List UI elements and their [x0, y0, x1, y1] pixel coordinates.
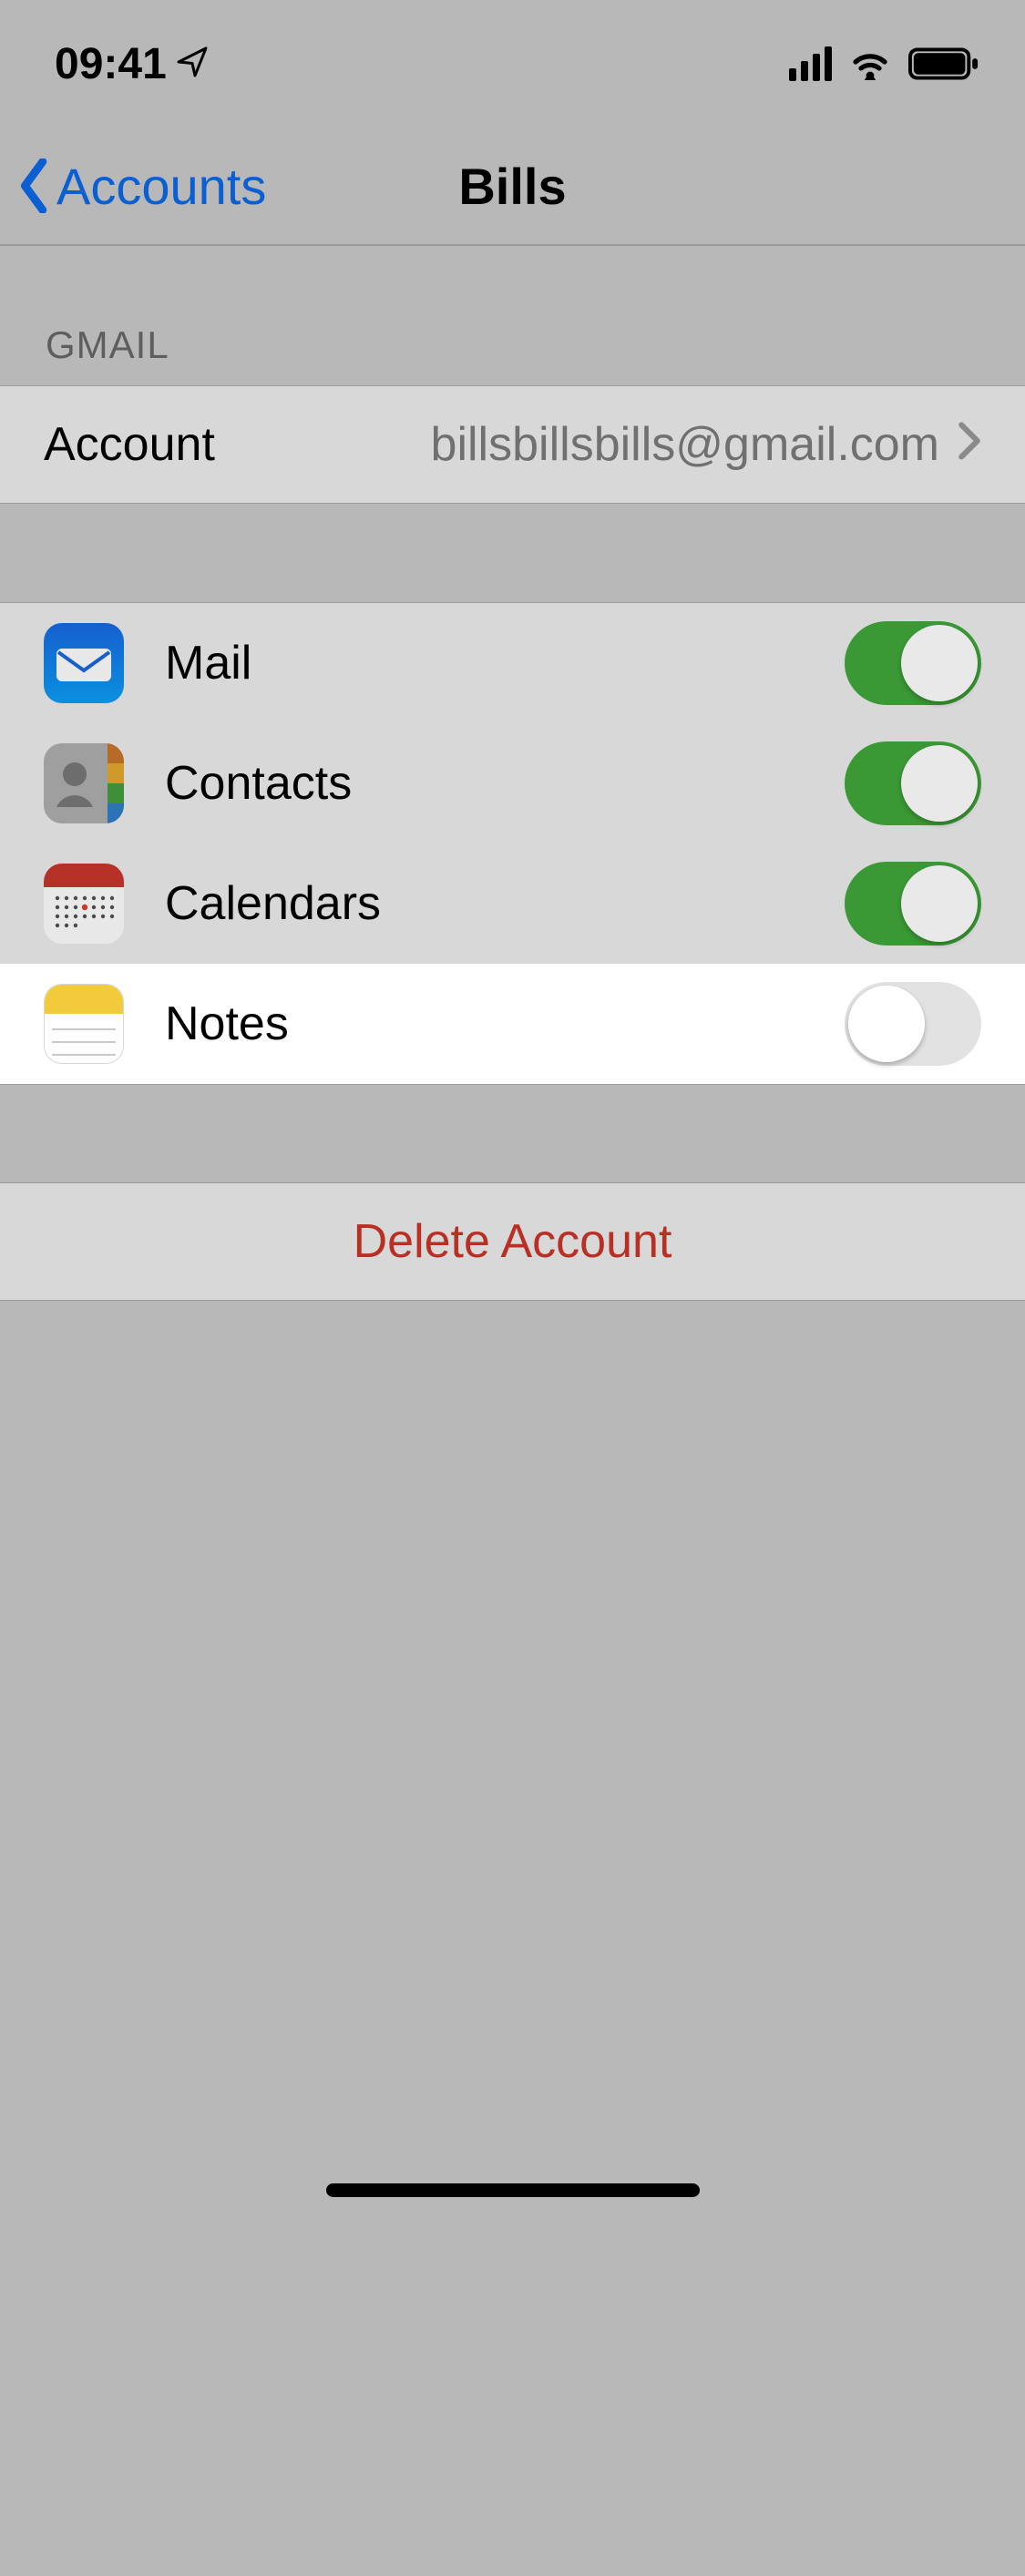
home-indicator[interactable]: [326, 2183, 700, 2197]
location-icon: [176, 39, 209, 89]
notes-toggle[interactable]: [845, 982, 981, 1066]
chevron-right-icon: [958, 417, 981, 472]
battery-icon: [908, 47, 979, 80]
account-value: billsbillsbills@gmail.com: [431, 417, 939, 472]
calendar-icon: [44, 864, 124, 944]
contacts-toggle[interactable]: [845, 741, 981, 825]
mail-toggle[interactable]: [845, 621, 981, 705]
wifi-icon: [848, 47, 892, 80]
service-row-contacts: Contacts: [0, 723, 1025, 843]
service-label: Notes: [165, 997, 289, 1051]
contacts-icon: [44, 743, 124, 823]
mail-icon: [44, 623, 124, 703]
back-label: Accounts: [56, 157, 266, 216]
account-label: Account: [44, 417, 215, 472]
section-gap: [0, 504, 1025, 602]
service-label: Contacts: [165, 756, 352, 811]
account-row[interactable]: Account billsbillsbills@gmail.com: [0, 385, 1025, 504]
status-bar: 09:41: [0, 0, 1025, 128]
status-time: 09:41: [55, 39, 167, 89]
delete-account-label: Delete Account: [354, 1214, 672, 1269]
navigation-bar: Accounts Bills: [0, 128, 1025, 246]
service-row-calendars: Calendars: [0, 843, 1025, 964]
notes-icon: [44, 984, 124, 1064]
cellular-icon: [789, 46, 832, 81]
delete-account-button[interactable]: Delete Account: [0, 1182, 1025, 1301]
empty-area: [0, 1301, 1025, 2576]
back-button[interactable]: Accounts: [0, 157, 266, 216]
chevron-left-icon: [16, 158, 53, 213]
section-gap: [0, 1084, 1025, 1182]
service-row-notes: Notes: [0, 964, 1025, 1084]
service-label: Calendars: [165, 876, 381, 931]
service-label: Mail: [165, 636, 251, 690]
calendars-toggle[interactable]: [845, 862, 981, 946]
section-header-gmail: GMAIL: [0, 246, 1025, 385]
service-row-mail: Mail: [0, 602, 1025, 723]
